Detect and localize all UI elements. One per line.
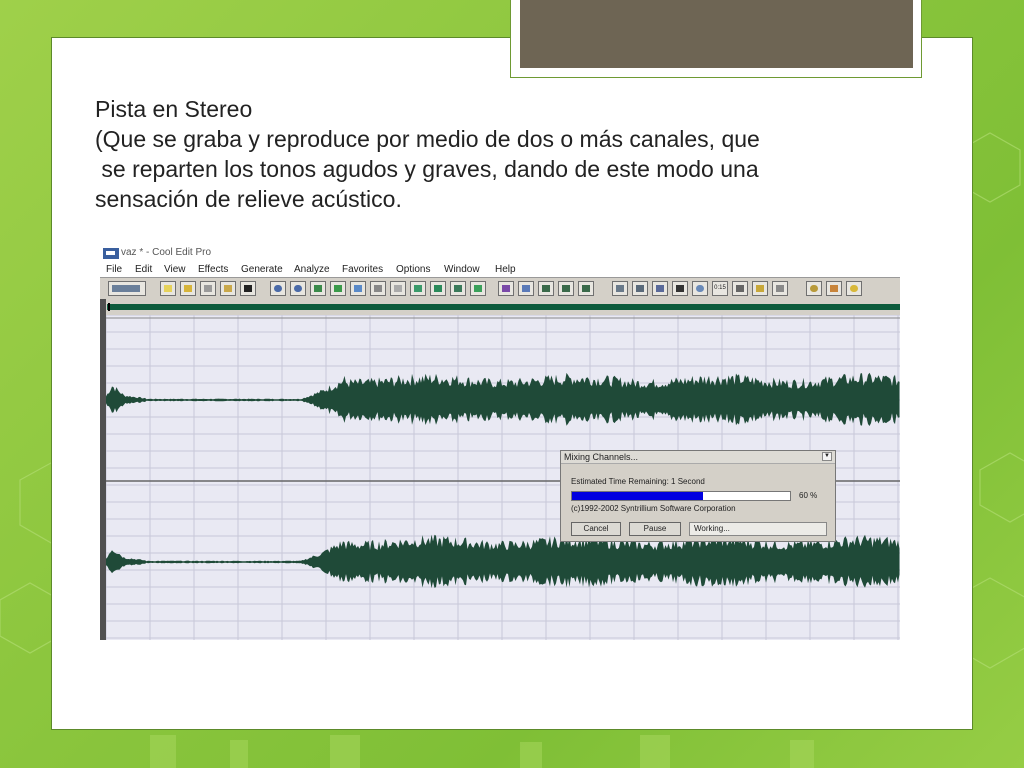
cut-icon[interactable] (370, 281, 386, 296)
menu-bar: File Edit View Effects Generate Analyze … (100, 263, 900, 277)
save-file-button[interactable] (200, 281, 216, 296)
trim-icon[interactable] (450, 281, 466, 296)
close-file-button[interactable] (240, 281, 256, 296)
paste-new-icon[interactable] (410, 281, 426, 296)
app-logo-icon (103, 248, 119, 259)
copyright-text: (c)1992-2002 Syntrillium Software Corpor… (571, 504, 736, 513)
cancel-button[interactable]: Cancel (571, 522, 621, 536)
menu-generate[interactable]: Generate (241, 264, 283, 275)
menu-view[interactable]: View (164, 264, 186, 275)
screen-icon[interactable] (652, 281, 668, 296)
new-file-button[interactable] (160, 281, 176, 296)
time-remaining-label: Estimated Time Remaining: 1 Second (571, 477, 705, 486)
timeline-overview[interactable] (100, 299, 900, 315)
slide-heading: Pista en Stereo (95, 96, 253, 122)
open-file-button[interactable] (180, 281, 196, 296)
slide-text-line: (Que se graba y reproduce por medio de d… (95, 126, 760, 152)
menu-edit[interactable]: Edit (135, 264, 152, 275)
settings-icon[interactable] (772, 281, 788, 296)
grid-icon[interactable] (732, 281, 748, 296)
help-icon[interactable] (846, 281, 862, 296)
copy-new-icon[interactable] (350, 281, 366, 296)
delete-silence-icon[interactable] (470, 281, 486, 296)
repeat-icon[interactable] (310, 281, 326, 296)
main-toolbar: 0:15 (100, 277, 900, 300)
mix-paste-icon[interactable] (430, 281, 446, 296)
menu-analyze[interactable]: Analyze (294, 264, 330, 275)
waveform-view-icon[interactable] (518, 281, 534, 296)
play-icon[interactable] (672, 281, 688, 296)
search-icon[interactable] (692, 281, 708, 296)
menu-help[interactable]: Help (495, 264, 516, 275)
window-icon[interactable] (632, 281, 648, 296)
undo-icon[interactable] (270, 281, 286, 296)
copy-icon[interactable] (330, 281, 346, 296)
slide-body-text: Pista en Stereo (Que se graba y reproduc… (95, 94, 935, 214)
progress-bar (571, 491, 791, 501)
left-channel-waveform (106, 372, 900, 426)
time-display-button[interactable]: 0:15 (712, 281, 728, 296)
cool-edit-screenshot: vaz * - Cool Edit Pro File Edit View Eff… (100, 244, 900, 640)
menu-file[interactable]: File (106, 264, 122, 275)
progress-fill (572, 492, 703, 500)
timeline-bar (107, 304, 900, 310)
pause-button[interactable]: Pause (629, 522, 681, 536)
properties-icon[interactable] (826, 281, 842, 296)
app-titlebar: vaz * - Cool Edit Pro (100, 244, 900, 263)
spectral-view-icon[interactable] (498, 281, 514, 296)
color-bars-icon[interactable] (752, 281, 768, 296)
zoom-icon[interactable] (612, 281, 628, 296)
slide-text-line: se reparten los tonos agudos y graves, d… (95, 156, 759, 182)
save-all-button[interactable] (220, 281, 236, 296)
view-mode-icon[interactable] (538, 281, 554, 296)
dialog-title: Mixing Channels... (564, 452, 639, 462)
gear-icon[interactable] (806, 281, 822, 296)
menu-window[interactable]: Window (444, 264, 480, 275)
view-mode-2-icon[interactable] (558, 281, 574, 296)
status-field: Working... (689, 522, 827, 536)
app-title: vaz * - Cool Edit Pro (121, 247, 212, 258)
paste-icon[interactable] (390, 281, 406, 296)
menu-effects[interactable]: Effects (198, 264, 228, 275)
right-channel-waveform (106, 534, 900, 589)
multitrack-toggle-button[interactable] (108, 281, 146, 296)
redo-icon[interactable] (290, 281, 306, 296)
menu-favorites[interactable]: Favorites (342, 264, 383, 275)
slide-text-line: sensación de relieve acústico. (95, 186, 402, 212)
mixing-channels-dialog: Mixing Channels... ▼ Estimated Time Rema… (560, 450, 836, 542)
view-mode-3-icon[interactable] (578, 281, 594, 296)
slide-header-block (520, 0, 913, 68)
progress-percent: 60 % (799, 491, 818, 500)
dialog-titlebar: Mixing Channels... ▼ (561, 451, 835, 464)
chevron-down-icon[interactable]: ▼ (822, 452, 832, 461)
menu-options[interactable]: Options (396, 264, 430, 275)
timeline-marker[interactable] (108, 303, 110, 311)
